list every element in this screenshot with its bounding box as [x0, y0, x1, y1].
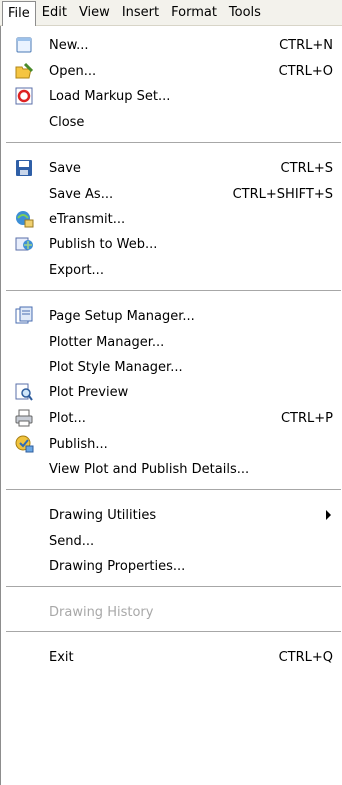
printer-icon — [14, 408, 34, 428]
menu-item-plot-preview[interactable]: Plot Preview — [1, 380, 342, 404]
menu-item-label: New... — [49, 37, 89, 53]
menu-item-label: Publish to Web... — [49, 236, 158, 252]
menu-item-open[interactable]: Open... CTRL+O — [1, 59, 342, 83]
markup-set-icon — [14, 86, 34, 106]
menu-item-label: Page Setup Manager... — [49, 308, 195, 324]
menu-item-export[interactable]: Export... — [1, 258, 342, 282]
menu-item-label: Drawing History — [49, 604, 154, 620]
menu-item-label: Exit — [49, 649, 74, 665]
menu-item-drawing-properties[interactable]: Drawing Properties... — [1, 554, 342, 578]
menu-item-plot[interactable]: Plot... CTRL+P — [1, 406, 342, 430]
menu-separator — [6, 290, 341, 291]
shortcut-label: CTRL+P — [280, 410, 333, 426]
menu-bar: File Edit View Insert Format Tools — [0, 0, 342, 26]
file-menu-dropdown: New... CTRL+N Open... CTRL+O Load Markup… — [0, 26, 342, 785]
menu-tools[interactable]: Tools — [223, 2, 267, 24]
page-setup-icon — [14, 306, 34, 326]
menu-item-drawing-utilities[interactable]: Drawing Utilities — [1, 503, 342, 527]
menu-item-label: Load Markup Set... — [49, 88, 171, 104]
plot-preview-icon — [14, 382, 34, 402]
menu-item-label: Export... — [49, 262, 104, 278]
menu-item-label: Plotter Manager... — [49, 334, 165, 350]
menu-item-save[interactable]: Save CTRL+S — [1, 156, 342, 180]
floppy-disk-icon — [14, 158, 34, 178]
menu-item-view-plot-publish-details[interactable]: View Plot and Publish Details... — [1, 457, 342, 481]
menu-item-publish-to-web[interactable]: Publish to Web... — [1, 232, 342, 256]
menu-item-page-setup-manager[interactable]: Page Setup Manager... — [1, 304, 342, 328]
menu-item-drawing-history: Drawing History — [1, 600, 342, 624]
menu-item-label: Drawing Utilities — [49, 507, 157, 523]
menu-item-label: eTransmit... — [49, 211, 126, 227]
menu-separator — [6, 142, 341, 143]
publish-web-icon — [14, 234, 34, 254]
menu-item-label: Save As... — [49, 186, 114, 202]
menu-item-plot-style-manager[interactable]: Plot Style Manager... — [1, 355, 342, 379]
menu-edit[interactable]: Edit — [36, 2, 73, 24]
menu-view[interactable]: View — [73, 2, 116, 24]
menu-item-send[interactable]: Send... — [1, 529, 342, 553]
shortcut-label: CTRL+O — [278, 63, 333, 79]
shortcut-label: CTRL+N — [279, 37, 333, 53]
menu-separator — [6, 631, 341, 632]
menu-separator — [6, 586, 341, 587]
menu-item-label: Drawing Properties... — [49, 558, 186, 574]
menu-item-etransmit[interactable]: eTransmit... — [1, 207, 342, 231]
new-document-icon — [14, 35, 34, 55]
menu-item-save-as[interactable]: Save As... CTRL+SHIFT+S — [1, 182, 342, 206]
menu-item-label: Open... — [49, 63, 97, 79]
menu-item-label: Plot... — [49, 410, 86, 426]
menu-item-label: Publish... — [49, 436, 108, 452]
menu-item-label: Send... — [49, 533, 95, 549]
shortcut-label: CTRL+Q — [278, 649, 333, 665]
menu-item-label: Close — [49, 114, 85, 130]
submenu-arrow-icon — [326, 510, 331, 520]
menu-separator — [6, 489, 341, 490]
shortcut-label: CTRL+S — [280, 160, 333, 176]
publish-icon — [14, 434, 34, 454]
menu-file[interactable]: File — [2, 1, 36, 26]
menu-item-label: View Plot and Publish Details... — [49, 461, 250, 477]
etransmit-icon — [14, 209, 34, 229]
menu-format[interactable]: Format — [165, 2, 223, 24]
menu-insert[interactable]: Insert — [116, 2, 165, 24]
menu-item-publish[interactable]: Publish... — [1, 432, 342, 456]
menu-item-load-markup-set[interactable]: Load Markup Set... — [1, 84, 342, 108]
shortcut-label: CTRL+SHIFT+S — [232, 186, 333, 202]
menu-item-label: Plot Preview — [49, 384, 129, 400]
menu-item-label: Plot Style Manager... — [49, 359, 183, 375]
menu-item-new[interactable]: New... CTRL+N — [1, 33, 342, 57]
open-folder-icon — [14, 61, 34, 81]
menu-item-plotter-manager[interactable]: Plotter Manager... — [1, 330, 342, 354]
menu-item-exit[interactable]: Exit CTRL+Q — [1, 645, 342, 669]
menu-item-close[interactable]: Close — [1, 110, 342, 134]
menu-item-label: Save — [49, 160, 81, 176]
